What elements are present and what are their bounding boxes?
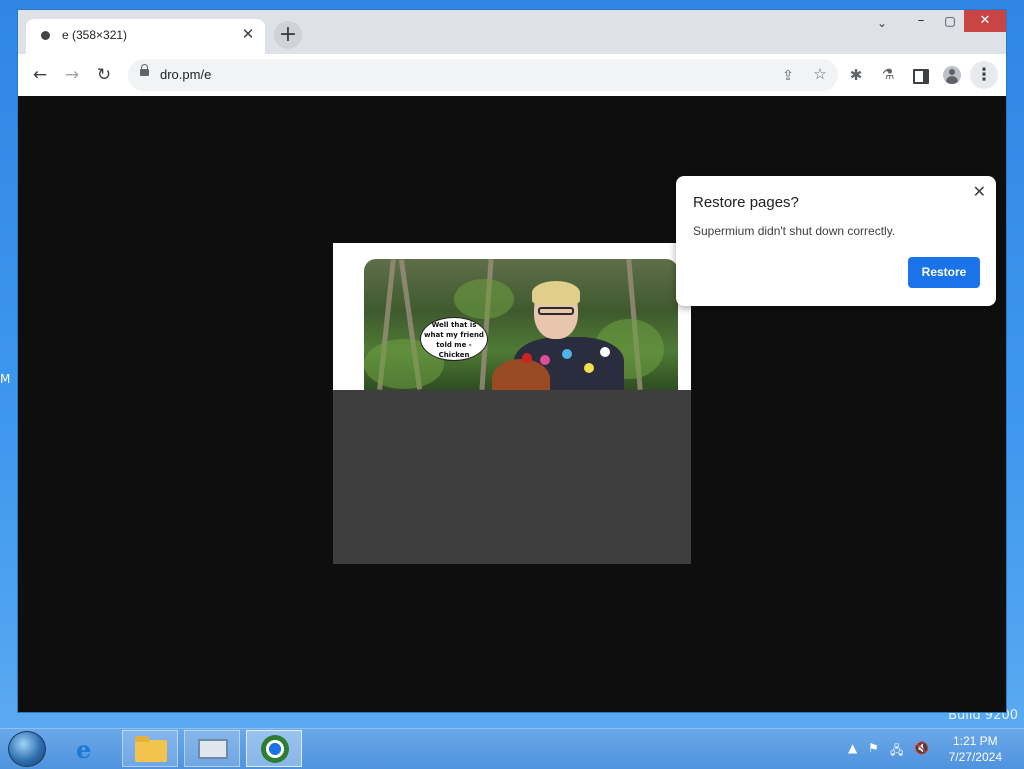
- image-preview[interactable]: Well that is what my friend told me - Ch…: [333, 243, 691, 564]
- foliage: [454, 279, 514, 319]
- extensions-button[interactable]: ✱: [842, 61, 870, 89]
- clock-time: 1:21 PM: [952, 734, 998, 748]
- photo: Well that is what my friend told me - Ch…: [364, 259, 678, 390]
- back-button[interactable]: ←: [26, 61, 54, 89]
- folder-icon: [135, 736, 167, 762]
- side-panel-button[interactable]: [906, 61, 934, 89]
- page-content: Well that is what my friend told me - Ch…: [18, 96, 1006, 712]
- profile-button[interactable]: [938, 61, 966, 89]
- tab-active[interactable]: e (358×321) ✕: [26, 19, 265, 54]
- taskbar-internet-explorer[interactable]: e: [62, 730, 118, 767]
- browser-menu-button[interactable]: ⋮: [970, 61, 998, 89]
- taskbar-task-manager[interactable]: [184, 730, 240, 767]
- side-panel-icon: [913, 69, 929, 84]
- action-center-flag-icon[interactable]: ⚑: [868, 741, 879, 755]
- clock-date: 7/27/2024: [948, 750, 1002, 764]
- labs-flask-icon[interactable]: ⚗: [874, 61, 902, 89]
- bookmark-star-icon[interactable]: ☆: [808, 63, 832, 87]
- reload-button[interactable]: ↻: [90, 61, 118, 89]
- browser-icon: [261, 735, 289, 763]
- share-icon[interactable]: ⇪: [776, 63, 800, 87]
- taskbar: e ▲ ⚑ 🖧 🔇 1:21 PM 7/27/2024: [0, 728, 1024, 769]
- person-hair: [532, 281, 580, 305]
- monitor-icon: [198, 739, 228, 759]
- browser-window: e (358×321) ✕ + ⌄ – ▢ ✕ ← → ↻ dro.pm/e ⇪…: [18, 10, 1006, 712]
- shirt-pattern: [600, 347, 610, 357]
- title-bar: e (358×321) ✕ + ⌄ – ▢ ✕: [18, 10, 1006, 54]
- tab-favicon-icon: [41, 31, 50, 40]
- shirt-pattern: [584, 363, 594, 373]
- image-overlay-panel: [333, 390, 691, 564]
- shirt-pattern: [540, 355, 550, 365]
- shirt-pattern: [562, 349, 572, 359]
- start-orb-button[interactable]: [8, 731, 46, 767]
- forward-button[interactable]: →: [58, 61, 86, 89]
- dialog-message: Supermium didn't shut down correctly.: [693, 224, 896, 238]
- restore-pages-dialog: ✕ Restore pages? Supermium didn't shut d…: [676, 176, 996, 306]
- url-text[interactable]: dro.pm/e: [160, 67, 211, 82]
- minimize-button[interactable]: –: [906, 10, 936, 32]
- tab-close-icon[interactable]: ✕: [239, 26, 257, 44]
- speech-bubble: Well that is what my friend told me - Ch…: [420, 317, 488, 361]
- close-window-button[interactable]: ✕: [964, 10, 1006, 32]
- new-tab-button[interactable]: +: [274, 21, 302, 49]
- maximize-button[interactable]: ▢: [936, 10, 964, 32]
- system-tray: ▲ ⚑ 🖧 🔇 1:21 PM 7/27/2024: [824, 729, 1024, 769]
- dialog-title: Restore pages?: [693, 194, 799, 211]
- desktop-edge-text: M: [0, 372, 11, 386]
- address-bar[interactable]: dro.pm/e ⇪ ☆: [128, 59, 838, 91]
- taskbar-file-explorer[interactable]: [122, 730, 178, 767]
- glasses: [538, 307, 574, 315]
- show-hidden-icons-arrow[interactable]: ▲: [848, 741, 857, 755]
- tab-search-button[interactable]: ⌄: [870, 16, 894, 38]
- restore-button[interactable]: Restore: [908, 257, 980, 288]
- clock[interactable]: 1:21 PM 7/27/2024: [949, 733, 1002, 765]
- chicken-comb: [522, 353, 532, 363]
- taskbar-supermium[interactable]: [246, 730, 302, 767]
- volume-muted-icon[interactable]: 🔇: [914, 741, 929, 755]
- browser-toolbar: ← → ↻ dro.pm/e ⇪ ☆ ✱ ⚗ ⋮: [18, 54, 1006, 96]
- avatar-icon: [943, 66, 961, 84]
- tab-title: e (358×321): [62, 28, 128, 42]
- network-icon[interactable]: 🖧: [890, 741, 903, 762]
- internet-explorer-icon: e: [76, 735, 92, 764]
- lock-icon[interactable]: [140, 64, 149, 76]
- close-icon[interactable]: ✕: [973, 182, 986, 201]
